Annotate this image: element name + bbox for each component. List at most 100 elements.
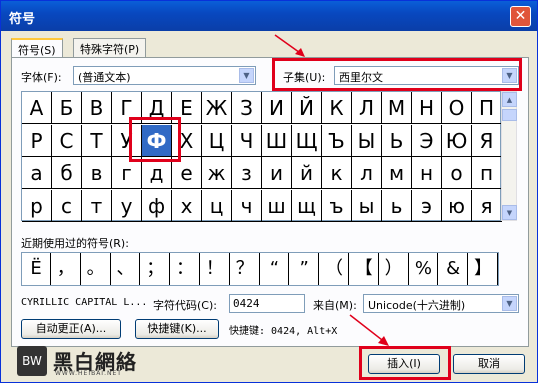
dialog-title: 符号 (9, 12, 36, 27)
symbol-cell[interactable]: ц (202, 189, 232, 222)
symbol-cell[interactable]: Э (412, 124, 442, 157)
recent-symbol-cell[interactable]: ” (290, 253, 320, 285)
title-bar: 符号 ✕ (1, 1, 537, 31)
recent-symbols: Ё，。、；：！？ “” （【）% &】 (21, 252, 499, 286)
symbol-cell[interactable]: ъ (322, 189, 352, 222)
chevron-down-icon[interactable]: ▼ (502, 296, 517, 311)
close-icon[interactable]: ✕ (510, 6, 531, 27)
symbol-cell[interactable]: Ш (262, 124, 292, 157)
symbol-cell[interactable]: П (472, 92, 502, 124)
symbol-cell[interactable]: К (322, 92, 352, 124)
autocorrect-button[interactable]: 自动更正(A)... (21, 319, 121, 339)
symbol-cell[interactable]: Ъ (322, 124, 352, 157)
symbol-cell[interactable]: щ (292, 189, 322, 222)
symbol-cell[interactable]: В (82, 92, 112, 124)
shortcut-key-button[interactable]: 快捷键(K)... (135, 319, 219, 339)
insert-pointer-arrow (349, 314, 389, 346)
symbol-cell[interactable]: Я (472, 124, 502, 157)
grid-scrollbar[interactable]: ▲ ▼ (501, 91, 517, 221)
tab-symbols[interactable]: 符号(S) (11, 38, 63, 59)
recent-symbol-cell[interactable]: ） (380, 253, 409, 285)
recent-symbol-cell[interactable]: & (439, 253, 469, 285)
symbol-cell[interactable]: у (112, 189, 142, 222)
symbol-cell[interactable]: ю (442, 189, 472, 222)
symbol-cell[interactable]: с (52, 189, 82, 222)
symbol-cell[interactable]: з (232, 157, 262, 189)
symbol-cell[interactable]: Р (22, 124, 52, 157)
symbol-cell[interactable]: к (322, 157, 352, 189)
symbol-cell[interactable]: Ю (442, 124, 472, 157)
char-code-label: 字符代码(C): (153, 299, 217, 312)
symbol-cell[interactable]: А (22, 92, 52, 124)
scroll-up-icon[interactable]: ▲ (502, 92, 517, 107)
symbol-cell[interactable]: н (412, 157, 442, 189)
symbol-cell[interactable]: Т (82, 124, 112, 157)
symbol-dialog: 符号 ✕ 符号(S) 特殊字符(P) 字体(F): (普通文本) ▼ 子集(U)… (0, 0, 538, 383)
symbol-cell[interactable]: Н (412, 92, 442, 124)
symbol-cell[interactable]: б (52, 157, 82, 189)
symbol-cell[interactable]: Щ (292, 124, 322, 157)
symbol-cell[interactable]: ф (142, 189, 172, 222)
symbol-cell[interactable]: ж (202, 157, 232, 189)
watermark-logo: BW 黑白網絡 WWW.HEIBAI.NET (15, 344, 155, 380)
symbol-cell[interactable]: Л (352, 92, 382, 124)
scroll-down-icon[interactable]: ▼ (502, 205, 517, 220)
logo-url: WWW.HEIBAI.NET (55, 370, 122, 377)
symbol-cell[interactable]: И (262, 92, 292, 124)
char-code-input[interactable]: 0424 (229, 294, 305, 313)
recent-symbol-cell[interactable]: % (409, 253, 439, 285)
font-value: (普通文本) (78, 71, 131, 84)
symbol-cell[interactable]: в (82, 157, 112, 189)
logo-mark: BW (17, 346, 47, 376)
recent-symbol-cell[interactable]: ！ (201, 253, 230, 285)
symbol-cell[interactable]: п (472, 157, 502, 189)
recent-symbol-cell[interactable]: 、 (111, 253, 141, 285)
recent-symbol-cell[interactable]: ； (141, 253, 171, 285)
insert-highlight-box (359, 346, 451, 380)
symbol-cell[interactable]: т (82, 189, 112, 222)
symbol-cell[interactable]: р (22, 189, 52, 222)
symbol-cell[interactable]: Ь (382, 124, 412, 157)
recent-symbol-cell[interactable]: Ё (22, 253, 51, 285)
font-label: 字体(F): (21, 71, 62, 84)
symbol-cell[interactable]: х (172, 189, 202, 222)
symbol-cell[interactable]: й (292, 157, 322, 189)
symbol-cell[interactable]: ь (382, 189, 412, 222)
symbol-cell[interactable]: Ж (202, 92, 232, 124)
recent-symbol-cell[interactable]: （ (320, 253, 349, 285)
symbol-cell[interactable]: о (442, 157, 472, 189)
symbol-cell[interactable]: Ы (352, 124, 382, 157)
symbol-cell[interactable]: М (382, 92, 412, 124)
symbol-cell[interactable]: З (232, 92, 262, 124)
scroll-thumb[interactable] (502, 109, 517, 121)
symbol-cell[interactable]: Ч (232, 124, 262, 157)
recent-symbol-cell[interactable]: “ (260, 253, 290, 285)
symbol-cell[interactable]: С (52, 124, 82, 157)
symbol-cell[interactable]: ч (232, 189, 262, 222)
symbol-cell[interactable]: Ц (202, 124, 232, 157)
symbol-cell[interactable]: Й (292, 92, 322, 124)
recent-symbol-cell[interactable]: ？ (231, 253, 260, 285)
recent-symbol-cell[interactable]: ， (52, 253, 81, 285)
selected-char-highlight-box (129, 117, 181, 162)
recent-symbol-cell[interactable]: ： (171, 253, 200, 285)
symbol-cell[interactable]: ы (352, 189, 382, 222)
symbol-grid: АБВГДЕЖЗИЙКЛМНОПРСТУФХЦЧШЩЪЫЬЭЮЯабвгдежз… (21, 91, 502, 222)
subset-pointer-arrow (274, 34, 305, 57)
symbol-cell[interactable]: э (412, 189, 442, 222)
symbol-cell[interactable]: м (382, 157, 412, 189)
tab-special-characters[interactable]: 特殊字符(P) (73, 38, 147, 58)
symbol-cell[interactable]: а (22, 157, 52, 189)
font-select[interactable]: (普通文本) ▼ (73, 66, 256, 85)
symbol-cell[interactable]: л (352, 157, 382, 189)
recent-symbol-cell[interactable]: 】 (469, 253, 498, 285)
recent-symbol-cell[interactable]: 。 (82, 253, 111, 285)
chevron-down-icon[interactable]: ▼ (239, 68, 254, 83)
symbol-cell[interactable]: О (442, 92, 472, 124)
cancel-button[interactable]: 取消 (453, 354, 525, 374)
symbol-cell[interactable]: и (262, 157, 292, 189)
symbol-cell[interactable]: ш (262, 189, 292, 222)
recent-symbol-cell[interactable]: 【 (350, 253, 379, 285)
symbol-cell[interactable]: я (472, 189, 502, 222)
symbol-cell[interactable]: Б (52, 92, 82, 124)
